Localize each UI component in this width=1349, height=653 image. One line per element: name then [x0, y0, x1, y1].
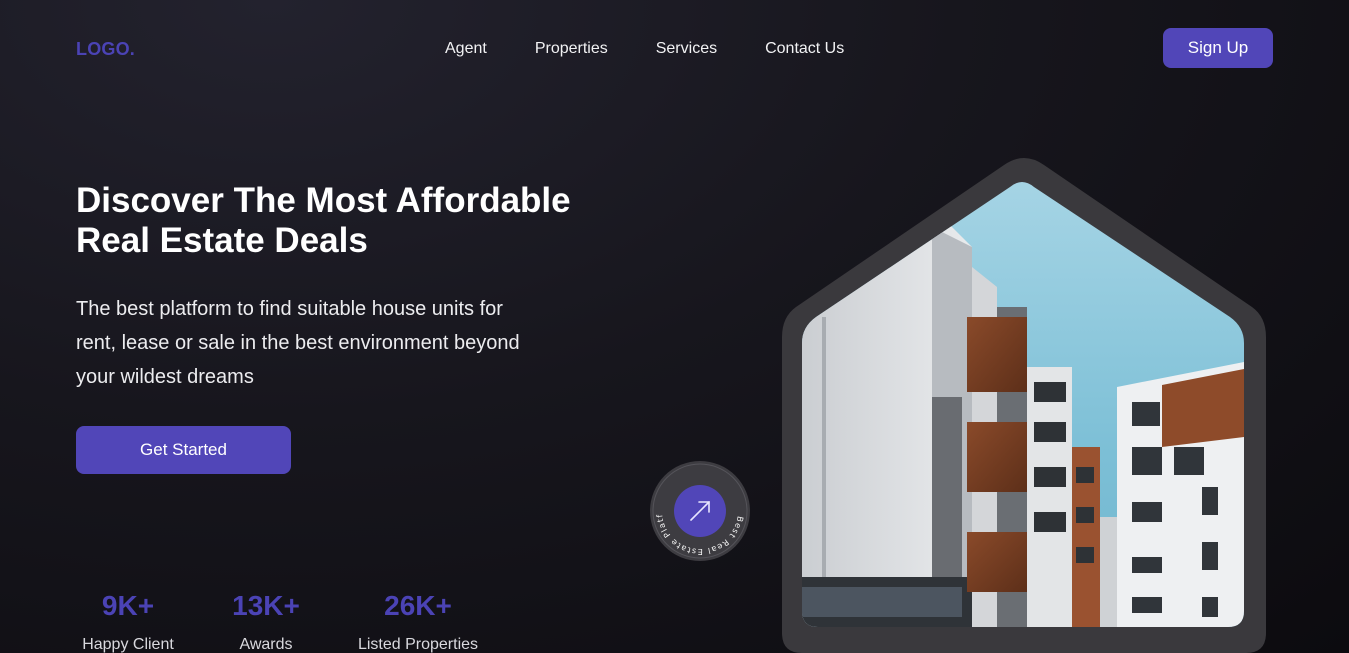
award-badge[interactable]: Best Real Estate Platform of the Year: [650, 461, 750, 561]
stat-value: 26K+: [384, 590, 452, 621]
stat-happy-client: 9K+ Happy Client: [76, 588, 180, 653]
nav-item-services[interactable]: Services: [656, 39, 717, 59]
hero-subtitle: The best platform to find suitable house…: [76, 292, 556, 394]
stat-value: 9K+: [101, 590, 155, 621]
stat-label: Awards: [239, 636, 293, 653]
nav-item-contact-us[interactable]: Contact Us: [765, 39, 844, 59]
nav-item-agent[interactable]: Agent: [445, 39, 487, 59]
main-nav: Agent Properties Services Contact Us: [445, 39, 892, 59]
stat-value: 13K+: [232, 590, 300, 621]
hero-title-line-2: Real Estate Deals: [76, 221, 368, 260]
hero-subtitle-line-1: The best platform to find suitable house…: [76, 298, 503, 320]
stat-label: Happy Client: [82, 636, 174, 653]
stat-awards: 13K+ Awards: [222, 588, 310, 653]
stat-label: Listed Properties: [357, 636, 479, 653]
sign-up-button[interactable]: Sign Up: [1163, 28, 1273, 68]
hero-subtitle-line-3: your wildest dreams: [76, 366, 254, 388]
get-started-button[interactable]: Get Started: [76, 426, 291, 474]
stat-listed-properties: 26K+ Listed Properties: [352, 588, 484, 653]
hero-building-image: [782, 158, 1266, 653]
logo[interactable]: LOGO.: [76, 39, 135, 60]
hero-subtitle-line-2: rent, lease or sale in the best environm…: [76, 332, 520, 354]
nav-item-properties[interactable]: Properties: [535, 39, 608, 59]
hero-title: Discover The Most Affordable Real Estate…: [76, 181, 636, 261]
hero-title-line-1: Discover The Most Affordable: [76, 181, 571, 220]
